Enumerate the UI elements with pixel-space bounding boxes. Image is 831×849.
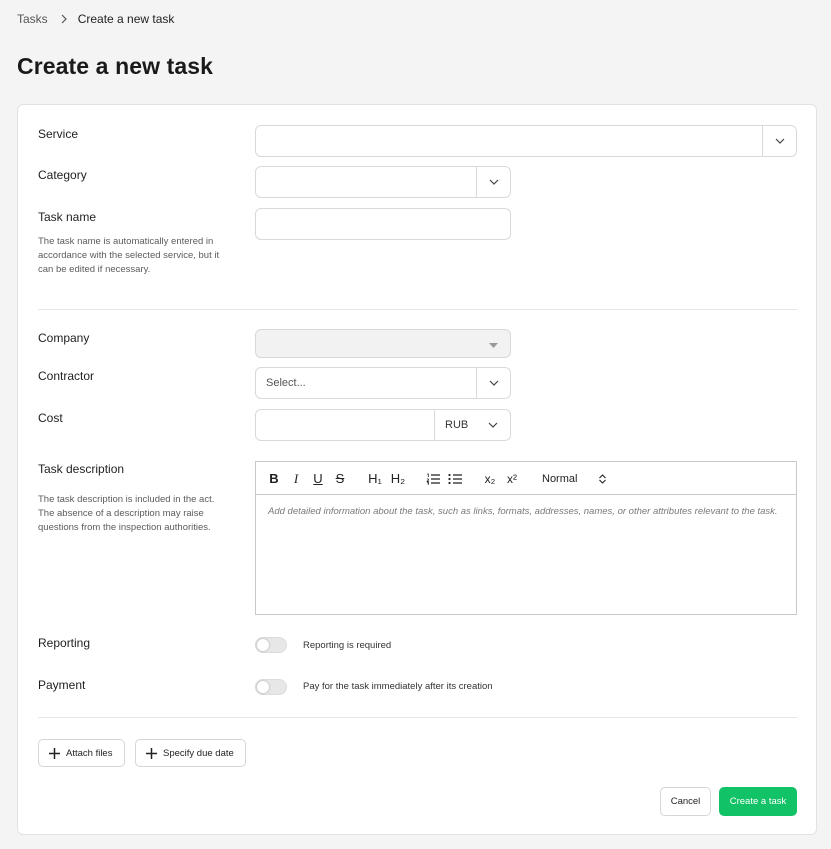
underline-button[interactable]: U bbox=[310, 462, 326, 495]
service-dropdown-toggle[interactable] bbox=[762, 126, 796, 156]
chevron-down-icon bbox=[488, 422, 498, 428]
contractor-input[interactable] bbox=[256, 368, 476, 398]
description-editor-content[interactable]: Add detailed information about the task,… bbox=[256, 495, 796, 529]
task-description-hint: The task description is included in the … bbox=[38, 494, 215, 533]
heading-2-button[interactable]: H₂ bbox=[387, 462, 409, 495]
category-dropdown-toggle[interactable] bbox=[476, 167, 510, 197]
currency-select[interactable]: RUB bbox=[434, 410, 510, 440]
create-task-button[interactable]: Create a task bbox=[719, 787, 797, 816]
text-size-select[interactable]: Normal bbox=[540, 462, 614, 495]
heading-1-button[interactable]: H₁ bbox=[364, 462, 386, 495]
task-name-label: Task name bbox=[38, 210, 97, 224]
task-name-field[interactable] bbox=[255, 208, 511, 240]
rich-text-editor: B I U S H₁ H₂ x₂ x² Normal Add detailed … bbox=[255, 461, 797, 615]
cost-input[interactable] bbox=[256, 410, 434, 440]
payment-toggle-text: Pay for the task immediately after its c… bbox=[303, 681, 493, 692]
subscript-button[interactable]: x₂ bbox=[480, 462, 500, 495]
plus-icon bbox=[49, 747, 60, 759]
section-divider bbox=[38, 309, 797, 310]
task-name-input[interactable] bbox=[256, 209, 510, 239]
contractor-dropdown-toggle[interactable] bbox=[476, 368, 510, 398]
cancel-button[interactable]: Cancel bbox=[660, 787, 711, 816]
task-form-card: Service Category Task name The task name… bbox=[17, 104, 817, 835]
breadcrumb-tasks-link[interactable]: Tasks bbox=[17, 12, 48, 26]
contractor-select[interactable] bbox=[255, 367, 511, 399]
payment-label: Payment bbox=[38, 678, 86, 692]
bullet-list-icon bbox=[448, 473, 462, 484]
page-title: Create a new task bbox=[17, 53, 214, 79]
chevron-right-icon bbox=[61, 14, 67, 24]
cost-field[interactable]: RUB bbox=[255, 409, 511, 441]
reporting-toggle[interactable] bbox=[255, 637, 287, 653]
sort-arrows-icon bbox=[599, 473, 607, 484]
reporting-toggle-text: Reporting is required bbox=[303, 640, 392, 651]
company-select[interactable] bbox=[255, 329, 511, 358]
ordered-list-icon bbox=[426, 473, 440, 485]
category-select[interactable] bbox=[255, 166, 511, 198]
italic-button[interactable]: I bbox=[288, 462, 304, 495]
breadcrumb: Tasks Create a new task bbox=[17, 12, 174, 26]
chevron-down-icon bbox=[489, 179, 498, 185]
section-divider bbox=[38, 717, 797, 718]
task-name-hint: The task name is automatically entered i… bbox=[38, 236, 220, 275]
category-label: Category bbox=[38, 168, 87, 182]
attach-files-label: Attach files bbox=[66, 747, 113, 759]
toggle-knob bbox=[257, 639, 269, 651]
payment-toggle[interactable] bbox=[255, 679, 287, 695]
plus-icon bbox=[146, 747, 157, 759]
attach-files-button[interactable]: Attach files bbox=[38, 739, 125, 767]
text-size-value: Normal bbox=[542, 472, 578, 485]
caret-down-icon bbox=[489, 343, 498, 348]
reporting-label: Reporting bbox=[38, 636, 91, 650]
specify-due-date-button[interactable]: Specify due date bbox=[135, 739, 246, 767]
chevron-down-icon bbox=[775, 138, 784, 144]
bullet-list-button[interactable] bbox=[446, 462, 464, 495]
superscript-button[interactable]: x² bbox=[502, 462, 522, 495]
contractor-label: Contractor bbox=[38, 369, 95, 383]
ordered-list-button[interactable] bbox=[424, 462, 442, 495]
currency-value: RUB bbox=[445, 419, 469, 431]
bold-button[interactable]: B bbox=[266, 462, 282, 495]
task-description-label: Task description bbox=[38, 462, 125, 476]
strikethrough-button[interactable]: S bbox=[332, 462, 348, 495]
specify-due-date-label: Specify due date bbox=[163, 747, 234, 759]
chevron-down-icon bbox=[489, 380, 498, 386]
cost-label: Cost bbox=[38, 411, 63, 425]
service-select[interactable] bbox=[255, 125, 797, 157]
company-label: Company bbox=[38, 331, 90, 345]
service-label: Service bbox=[38, 127, 79, 141]
editor-toolbar: B I U S H₁ H₂ x₂ x² Normal bbox=[256, 462, 796, 495]
breadcrumb-current: Create a new task bbox=[77, 12, 175, 26]
toggle-knob bbox=[257, 681, 269, 693]
